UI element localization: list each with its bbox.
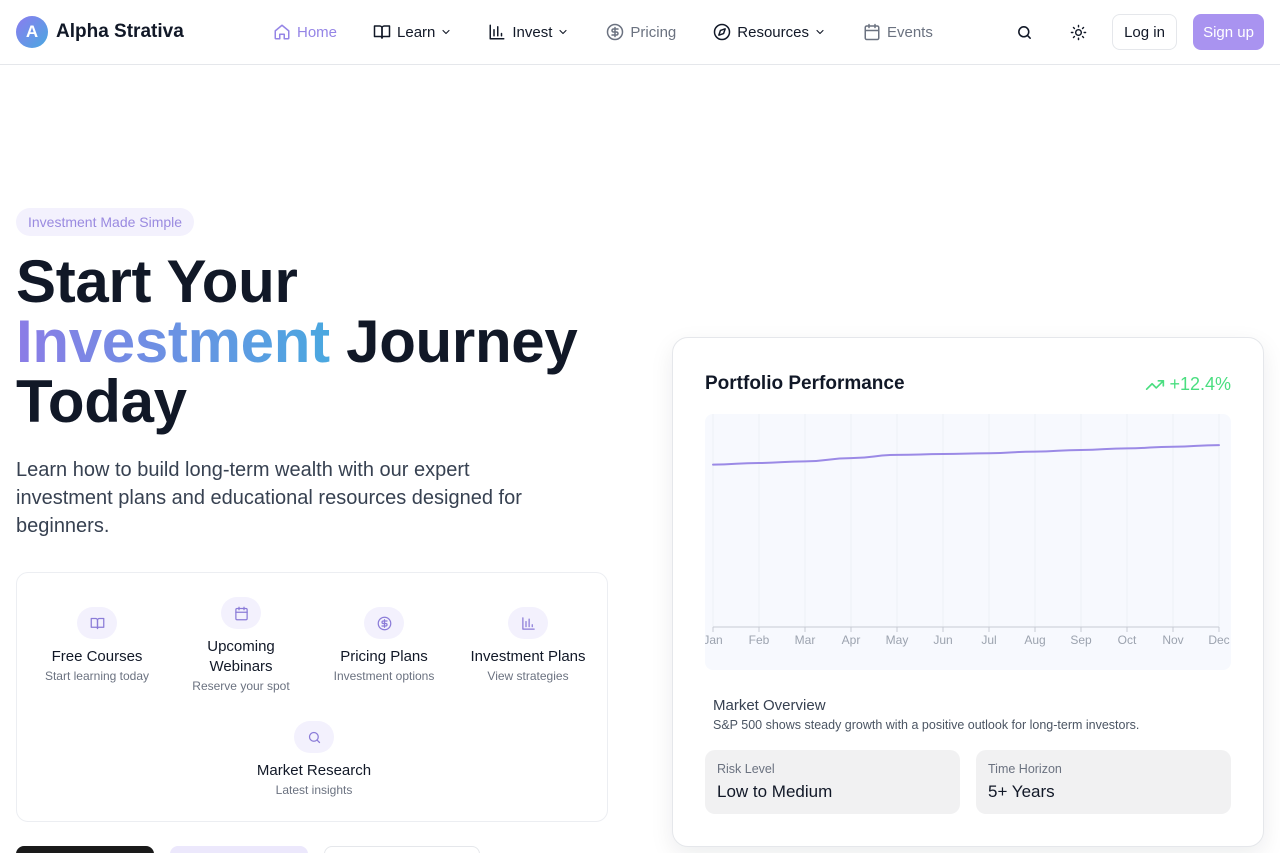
feature-icon-wrap [294, 721, 334, 753]
nav-pricing[interactable]: Pricing [606, 22, 676, 42]
hero-title-line3: Today [16, 368, 187, 435]
time-horizon-label: Time Horizon [988, 762, 1062, 776]
theme-toggle-button[interactable] [1060, 14, 1096, 50]
hero-title-highlight: Investment [16, 308, 330, 375]
feature-title: Market Research [256, 762, 372, 779]
chart-series-line [712, 444, 1220, 466]
feature-subtitle: View strategies [487, 669, 569, 683]
nav-learn[interactable]: Learn [373, 22, 452, 42]
feature-free-courses[interactable]: Free Courses Start learning today [25, 607, 169, 685]
risk-level-stat: Risk Level Low to Medium [705, 750, 960, 814]
portfolio-card: Portfolio Performance +12.4% Jan Feb Mar Ap… [672, 337, 1264, 847]
feature-subtitle: Reserve your spot [192, 679, 290, 693]
nav-invest-label: Invest [512, 23, 553, 41]
header: A Alpha Strativa Home Learn Invest Prici… [0, 0, 1280, 65]
chart-x-tick-label: May [886, 633, 909, 647]
home-icon [274, 24, 290, 40]
compass-icon [714, 23, 731, 41]
feature-subtitle: Latest insights [275, 783, 353, 797]
chart-x-tick-label: Nov [1162, 633, 1183, 647]
nav-pricing-label: Pricing [630, 23, 677, 41]
book-icon [90, 617, 104, 629]
search-icon [1017, 25, 1031, 39]
nav-events[interactable]: Events [863, 22, 933, 42]
secondary-cta-button[interactable] [170, 846, 308, 853]
logo-badge: A [16, 16, 48, 48]
feature-icon-wrap [364, 607, 404, 639]
market-overview-title: Market Overview [713, 697, 826, 714]
nav-resources[interactable]: Resources [713, 22, 826, 42]
feature-subtitle: Start learning today [44, 669, 150, 683]
primary-cta-button[interactable] [16, 846, 154, 853]
chart-x-tick-label: Jun [933, 633, 952, 647]
chevron-down-icon [816, 29, 824, 35]
nav-home[interactable]: Home [273, 22, 337, 42]
nav-invest[interactable]: Invest [488, 22, 569, 42]
hero-subtitle: Learn how to build long-term wealth with… [16, 459, 522, 537]
trending-up-icon [1146, 379, 1165, 390]
nav-events-label: Events [886, 23, 933, 41]
signup-button[interactable]: Sign up [1193, 14, 1264, 50]
feature-title: Free Courses [51, 648, 143, 665]
sun-icon [1070, 24, 1086, 40]
risk-level-value: Low to Medium [717, 782, 833, 801]
feature-pricing-plans[interactable]: Pricing Plans Investment options [312, 607, 456, 685]
chart-x-tick-label: Jul [981, 633, 996, 647]
time-horizon-stat: Time Horizon 5+ Years [976, 750, 1231, 814]
calendar-icon [864, 23, 880, 41]
portfolio-title: Portfolio Performance [705, 373, 905, 394]
search-button[interactable] [1006, 14, 1042, 50]
brand-name: Alpha Strativa [56, 21, 184, 42]
hero-title-line1: Start Your [16, 248, 298, 315]
feature-icon-wrap [221, 597, 261, 629]
portfolio-chart-svg: Jan Feb Mar Apr May Jun Jul Aug Sep Oct Nov Dec [705, 414, 1230, 647]
hero-title-line2-rest: Journey [329, 308, 578, 375]
feature-subtitle: Investment options [333, 669, 435, 683]
main-nav: Home Learn Invest Pricing Resources Even… [273, 22, 933, 42]
chevron-down-icon [442, 29, 450, 35]
chart-x-tick-label: Sep [1070, 633, 1092, 647]
hero-badge: Investment Made Simple [16, 208, 195, 236]
outline-cta-button[interactable] [324, 846, 480, 853]
calendar-icon [234, 606, 248, 620]
search-icon [308, 731, 320, 743]
feature-upcoming-webinars[interactable]: Upcoming Webinars Reserve your spot [169, 597, 313, 695]
chart-x-tick-label: Mar [795, 633, 816, 647]
feature-grid: Free Courses Start learning today Upcomi… [16, 572, 608, 822]
chart-x-tick-label: Dec [1208, 633, 1229, 647]
bar-chart-icon [521, 616, 535, 630]
book-open-icon [373, 25, 391, 39]
chart-x-tick-label: Aug [1024, 633, 1045, 647]
login-button[interactable]: Log in [1112, 14, 1177, 50]
feature-market-research[interactable]: Market Research Latest insights [242, 721, 386, 799]
chart-x-tick-label: Feb [749, 633, 770, 647]
portfolio-change-value: +12.4% [1169, 374, 1231, 394]
portfolio-change: +12.4% [1145, 374, 1231, 395]
market-overview-text: S&P 500 shows steady growth with a posit… [713, 718, 1140, 732]
portfolio-chart: Jan Feb Mar Apr May Jun Jul Aug Sep Oct Nov Dec [705, 414, 1231, 670]
feature-title: Investment Plans [470, 648, 586, 665]
feature-investment-plans[interactable]: Investment Plans View strategies [456, 607, 600, 685]
feature-title: Upcoming Webinars [207, 638, 275, 675]
chart-x-tick-label: Apr [842, 633, 861, 647]
nav-learn-label: Learn [397, 23, 436, 41]
risk-level-label: Risk Level [717, 762, 775, 776]
nav-home-label: Home [297, 23, 338, 41]
bar-chart-icon [489, 24, 505, 40]
hero-title: Start Your Investment Journey Today [16, 248, 578, 435]
chart-x-tick-label: Oct [1118, 633, 1137, 647]
nav-resources-label: Resources [737, 23, 809, 41]
hero-title-line2: Investment Journey [16, 312, 578, 372]
dollar-icon [377, 616, 391, 630]
time-horizon-value: 5+ Years [988, 782, 1055, 801]
chart-x-tick-label: Jan [705, 633, 723, 647]
feature-icon-wrap [77, 607, 117, 639]
chevron-down-icon [559, 29, 567, 35]
dollar-circle-icon [607, 23, 624, 41]
feature-title: Pricing Plans [340, 648, 428, 665]
feature-icon-wrap [508, 607, 548, 639]
logo[interactable]: A Alpha Strativa [16, 16, 184, 48]
